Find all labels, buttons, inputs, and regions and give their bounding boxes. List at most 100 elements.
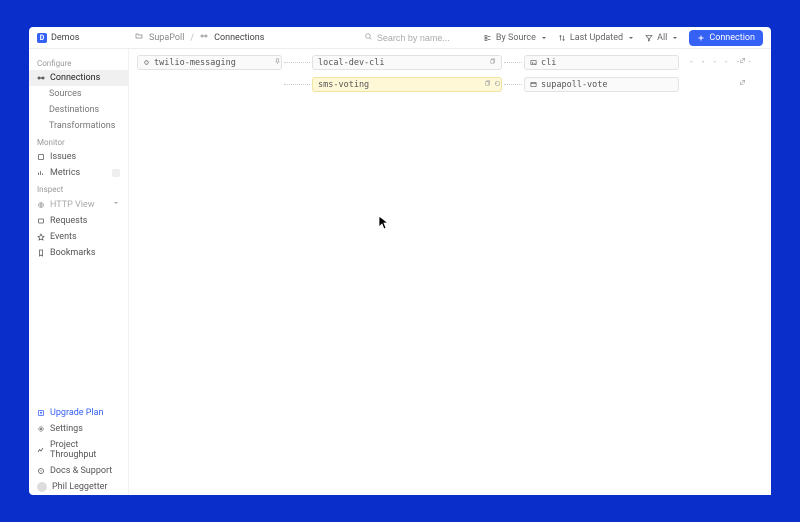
sidebar-item-user[interactable]: Phil Leggetter xyxy=(29,479,128,495)
sidebar-item-requests[interactable]: Requests xyxy=(29,213,128,229)
sidebar-item-http-view[interactable]: HTTP View xyxy=(29,196,128,213)
sidebar-section-monitor: Monitor xyxy=(29,134,128,149)
sidebar-item-label: Project Throughput xyxy=(50,440,120,460)
sidebar: Configure Connections Sources Destinatio… xyxy=(29,49,129,495)
external-link-icon[interactable] xyxy=(739,79,746,89)
docs-icon xyxy=(37,467,45,475)
chevron-down-icon xyxy=(540,34,548,42)
sidebar-item-label: HTTP View xyxy=(50,200,94,210)
sidebar-section-inspect: Inspect xyxy=(29,181,128,196)
new-connection-button[interactable]: Connection xyxy=(689,30,763,46)
connector xyxy=(504,62,522,63)
brand-logo: D xyxy=(37,33,47,43)
sidebar-item-issues[interactable]: Issues xyxy=(29,149,128,165)
search[interactable] xyxy=(364,32,474,44)
breadcrumb-project[interactable]: SupaPoll xyxy=(149,33,184,43)
sidebar-item-docs-support[interactable]: Docs & Support xyxy=(29,463,128,479)
chevron-down-icon xyxy=(671,34,679,42)
connection-node[interactable]: sms-voting xyxy=(312,77,502,92)
breadcrumb-current: Connections xyxy=(214,33,264,43)
topbar: D Demos SupaPoll / Connections By Source xyxy=(29,27,771,49)
search-icon xyxy=(364,32,373,44)
copy-icon[interactable] xyxy=(484,80,491,90)
sidebar-item-label: Requests xyxy=(50,216,87,226)
new-connection-label: Connection xyxy=(709,33,755,43)
issues-icon xyxy=(37,153,45,161)
connector xyxy=(284,84,310,85)
filter-icon xyxy=(645,34,653,42)
sidebar-item-label: Sources xyxy=(49,89,82,99)
node-label: twilio-messaging xyxy=(154,58,236,68)
sidebar-item-label: Upgrade Plan xyxy=(50,408,104,418)
sidebar-item-sources[interactable]: Sources xyxy=(29,86,128,102)
sidebar-item-events[interactable]: Events xyxy=(29,229,128,245)
sidebar-item-upgrade-plan[interactable]: Upgrade Plan xyxy=(29,405,128,421)
sidebar-item-label: Settings xyxy=(50,424,83,434)
filter-label: All xyxy=(657,33,667,43)
sidebar-item-label: Issues xyxy=(50,152,76,162)
breadcrumb: SupaPoll / Connections xyxy=(135,32,264,43)
sidebar-item-label: Phil Leggetter xyxy=(52,482,107,492)
globe-icon xyxy=(37,201,45,209)
sidebar-item-transformations[interactable]: Transformations xyxy=(29,118,128,134)
avatar xyxy=(37,482,47,492)
source-icon xyxy=(143,59,150,66)
sort-control[interactable]: Last Updated xyxy=(558,33,635,43)
node-label: sms-voting xyxy=(318,80,369,90)
sidebar-item-label: Docs & Support xyxy=(50,466,112,476)
terminal-icon xyxy=(530,59,537,66)
gear-icon xyxy=(37,425,45,433)
breadcrumb-separator: / xyxy=(190,33,194,43)
connection-node[interactable]: local-dev-cli xyxy=(312,55,502,70)
brand[interactable]: D Demos xyxy=(37,33,135,43)
requests-icon xyxy=(37,217,45,225)
http-icon xyxy=(530,81,537,88)
connections-icon xyxy=(37,74,45,82)
sort-icon xyxy=(558,34,566,42)
node-actions xyxy=(484,80,501,90)
source-node[interactable]: twilio-messaging xyxy=(137,55,282,70)
metrics-icon xyxy=(37,169,45,177)
filter-control[interactable]: All xyxy=(645,33,679,43)
brand-name: Demos xyxy=(51,33,79,43)
sidebar-item-label: Metrics xyxy=(50,168,80,178)
search-input[interactable] xyxy=(377,33,457,43)
body: Configure Connections Sources Destinatio… xyxy=(29,49,771,495)
destination-node[interactable]: cli xyxy=(524,55,679,70)
sidebar-item-metrics[interactable]: Metrics xyxy=(29,165,128,181)
node-label: local-dev-cli xyxy=(318,58,385,68)
node-label: cli xyxy=(541,58,556,68)
sidebar-section-configure: Configure xyxy=(29,55,128,70)
chevron-down-icon xyxy=(112,199,120,210)
group-by-label: By Source xyxy=(496,33,536,43)
sort-label: Last Updated xyxy=(570,33,623,43)
metrics-badge xyxy=(112,169,120,177)
app-window: D Demos SupaPoll / Connections By Source xyxy=(29,27,771,495)
sidebar-item-connections[interactable]: Connections xyxy=(29,70,128,86)
canvas[interactable]: twilio-messaging local-dev-cli cli - - -… xyxy=(129,49,771,495)
chevron-down-icon xyxy=(627,34,635,42)
sidebar-item-label: Events xyxy=(50,232,77,242)
sidebar-item-settings[interactable]: Settings xyxy=(29,421,128,437)
refresh-icon[interactable] xyxy=(494,80,501,90)
group-by-control[interactable]: By Source xyxy=(484,33,548,43)
sidebar-item-label: Bookmarks xyxy=(50,248,95,258)
connector xyxy=(284,62,310,63)
external-link-icon[interactable] xyxy=(739,57,746,67)
copy-icon[interactable] xyxy=(489,58,496,68)
mouse-cursor xyxy=(378,215,390,231)
sidebar-item-label: Connections xyxy=(50,73,100,83)
events-icon xyxy=(37,233,45,241)
sidebar-item-bookmarks[interactable]: Bookmarks xyxy=(29,245,128,261)
plus-icon xyxy=(697,34,705,42)
sidebar-item-destinations[interactable]: Destinations xyxy=(29,102,128,118)
group-icon xyxy=(484,34,492,42)
node-label: supapoll-vote xyxy=(541,80,608,90)
throughput-icon xyxy=(37,446,45,454)
pin-icon[interactable] xyxy=(274,58,281,68)
folder-icon xyxy=(135,32,143,43)
destination-node[interactable]: supapoll-vote xyxy=(524,77,679,92)
sidebar-item-project-throughput[interactable]: Project Throughput xyxy=(29,437,128,463)
upgrade-icon xyxy=(37,409,45,417)
connections-icon xyxy=(200,32,208,43)
